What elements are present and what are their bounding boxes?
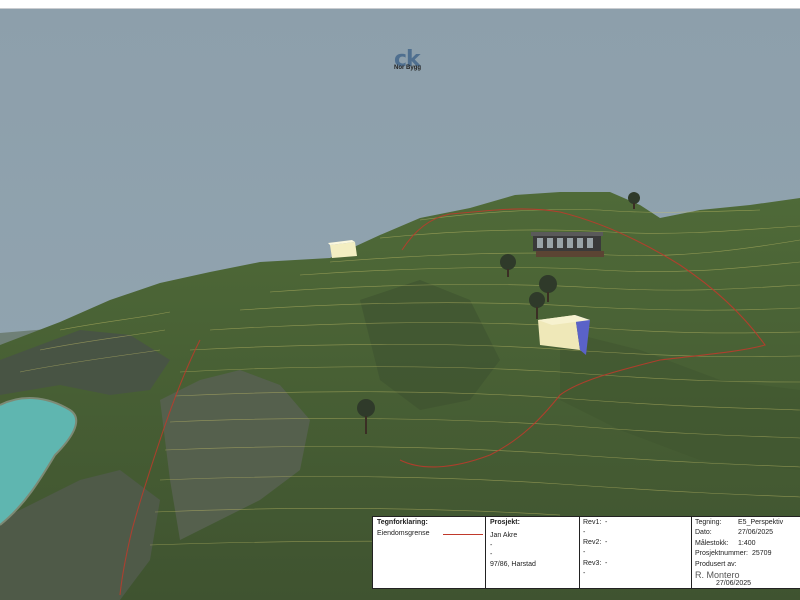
viewport: Tegnforklaring: Eiendomsgrense Prosjekt:… <box>0 0 800 600</box>
rev3-extra: - <box>583 570 586 577</box>
malestokk-value: 1:400 <box>738 540 756 547</box>
rev1-value: - <box>605 519 608 526</box>
top-divider <box>0 8 800 9</box>
drawing-info-cell: Tegning: E5_Perspektiv Dato: 27/06/2025 … <box>692 517 800 588</box>
tegning-label: Tegning: <box>695 519 722 526</box>
tegning-value: E5_Perspektiv <box>738 519 784 526</box>
revisions-cell: Rev1: - - Rev2: - - Rev3: - - <box>580 517 692 588</box>
project-address: 97/86, Harstad <box>490 561 536 568</box>
malestokk-label: Målestokk: <box>695 540 729 547</box>
rev2-label: Rev2: <box>583 539 602 546</box>
dato-label: Dato: <box>695 529 712 536</box>
dato-value: 27/06/2025 <box>738 529 774 536</box>
terrain-3d-view <box>0 9 800 600</box>
company-logo-name: Nor Bygg <box>394 65 421 71</box>
project-cell: Prosjekt: Jan Akre - - 97/86, Harstad <box>486 517 580 588</box>
title-block: Tegnforklaring: Eiendomsgrense Prosjekt:… <box>372 516 800 589</box>
legend-cell: Tegnforklaring: Eiendomsgrense <box>373 517 486 588</box>
produsert-label: Produsert av: <box>695 561 737 568</box>
legend-item-label: Eiendomsgrense <box>377 530 430 537</box>
rev2-value: - <box>605 539 608 546</box>
legend-heading: Tegnforklaring: <box>377 519 428 526</box>
prosjektnummer-label: Prosjektnummer: <box>695 550 748 557</box>
rev3-value: - <box>605 560 608 567</box>
rev2-extra: - <box>583 549 586 556</box>
project-line: - <box>490 542 493 549</box>
volume-block-north <box>328 240 357 258</box>
produsert-date: 27/06/2025 <box>716 580 752 587</box>
project-line: Jan Akre <box>490 532 518 539</box>
rev3-label: Rev3: <box>583 560 602 567</box>
rev1-extra: - <box>583 529 586 536</box>
produsert-name: R. Montero <box>695 570 740 580</box>
rev1-label: Rev1: <box>583 519 602 526</box>
cabin-building <box>531 232 604 257</box>
project-line: - <box>490 551 493 558</box>
property-line-swatch <box>443 534 483 535</box>
prosjektnummer-value: 25709 <box>752 550 772 557</box>
project-heading: Prosjekt: <box>490 519 520 526</box>
